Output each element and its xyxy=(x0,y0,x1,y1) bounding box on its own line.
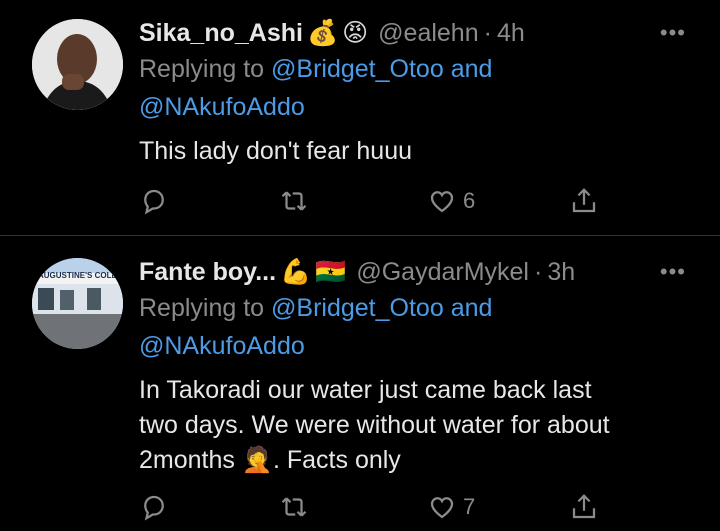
angry-face-emoji: 😡 xyxy=(342,19,369,47)
ghana-flag-emoji: 🇬🇭 xyxy=(315,257,347,286)
handle[interactable]: @ealehn xyxy=(378,19,478,48)
heart-icon xyxy=(430,191,454,213)
display-name[interactable]: Fante boy... xyxy=(139,258,276,287)
timestamp[interactable]: 4h xyxy=(497,19,525,48)
reply-icon xyxy=(144,189,164,215)
heart-icon xyxy=(430,497,454,519)
more-options-icon[interactable]: ••• xyxy=(660,259,686,285)
like-count: 7 xyxy=(463,494,476,519)
avatar[interactable] xyxy=(32,19,123,110)
retweet-button[interactable] xyxy=(279,492,309,522)
separator-dot: · xyxy=(483,18,492,47)
flexed-biceps-emoji: 💪 xyxy=(280,257,312,286)
like-button[interactable]: 7 xyxy=(427,492,475,522)
timestamp[interactable]: 3h xyxy=(547,258,575,287)
tweet-text: In Takoradi our water just came back las… xyxy=(139,376,610,474)
tweet-text: This lady don't fear huuu xyxy=(139,137,412,165)
share-button[interactable] xyxy=(569,186,599,216)
money-bag-emoji: 💰 xyxy=(306,18,339,47)
like-button[interactable]: 6 xyxy=(427,186,475,216)
handle[interactable]: @GaydarMykel xyxy=(356,258,529,287)
facepalm-emoji: 🤦 xyxy=(241,446,273,474)
display-name[interactable]: Sika_no_Ashi xyxy=(139,19,303,48)
tweet-1[interactable]: Sika_no_Ashi 💰 😡 @ealehn · 4h ••• Replyi… xyxy=(0,0,720,236)
share-icon xyxy=(572,188,596,213)
reply-button[interactable] xyxy=(139,492,169,522)
replying-to: Replying to @Bridget_Otoo and @NAkufoAdd… xyxy=(139,55,493,121)
mention-link[interactable]: @Bridget_Otoo xyxy=(271,294,444,322)
retweet-button[interactable] xyxy=(279,186,309,216)
mention-link[interactable]: @NAkufoAddo xyxy=(139,93,305,121)
separator-dot: · xyxy=(534,257,543,286)
reply-icon xyxy=(144,495,164,521)
tweet-2[interactable]: AUGUSTINE'S COLLE Fante boy... 💪 🇬🇭 @Gay… xyxy=(0,236,720,531)
mention-link[interactable]: @Bridget_Otoo xyxy=(271,55,444,83)
retweet-icon xyxy=(281,191,307,211)
avatar[interactable]: AUGUSTINE'S COLLE xyxy=(32,258,123,349)
reply-button[interactable] xyxy=(139,186,169,216)
more-options-icon[interactable]: ••• xyxy=(660,20,686,46)
replying-to: Replying to @Bridget_Otoo and @NAkufoAdd… xyxy=(139,294,493,360)
like-count: 6 xyxy=(463,188,476,213)
mention-link[interactable]: @NAkufoAddo xyxy=(139,332,305,360)
share-icon xyxy=(572,494,596,519)
share-button[interactable] xyxy=(569,492,599,522)
retweet-icon xyxy=(281,497,307,517)
avatar-sign-text: AUGUSTINE'S COLLE xyxy=(38,271,122,280)
